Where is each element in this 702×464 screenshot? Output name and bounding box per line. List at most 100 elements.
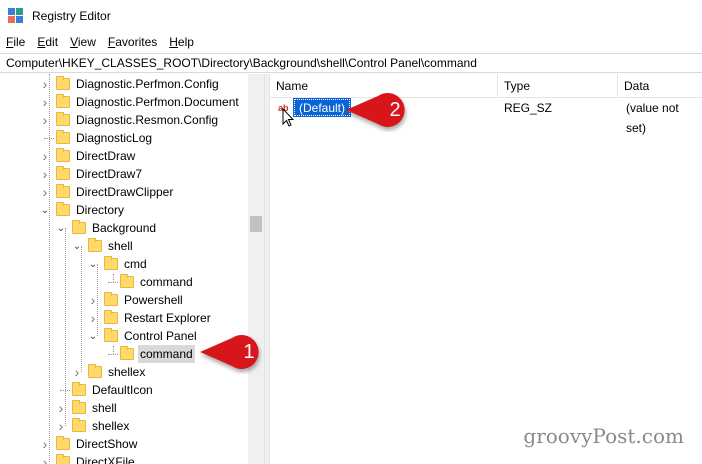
registry-editor-icon <box>8 7 24 24</box>
tree-item-label: Control Panel <box>124 329 197 343</box>
tree-connector <box>60 390 70 391</box>
chevron-right-icon[interactable]: › <box>40 183 50 201</box>
tree-item[interactable]: command <box>0 273 248 291</box>
folder-icon <box>56 76 70 90</box>
tree-item-label: Diagnostic.Resmon.Config <box>76 113 219 127</box>
values-list[interactable]: Name Type Data ab (Default) REG_SZ (valu… <box>270 74 702 464</box>
chevron-right-icon[interactable]: › <box>40 435 50 453</box>
folder-icon <box>56 112 70 126</box>
list-header: Name Type Data <box>270 74 702 98</box>
tree-item[interactable]: › DirectDraw <box>0 147 248 165</box>
title-bar[interactable]: Registry Editor <box>0 0 702 32</box>
tree-item-label: DiagnosticLog <box>76 131 153 145</box>
chevron-down-icon[interactable]: ⌄ <box>56 219 66 237</box>
tree-item[interactable]: DefaultIcon <box>0 381 248 399</box>
value-data: (value not set) <box>626 101 679 135</box>
tree-item[interactable]: DiagnosticLog <box>0 129 248 147</box>
chevron-right-icon[interactable]: › <box>40 75 50 93</box>
tree-item-label: DirectShow <box>76 437 138 451</box>
menu-favorites[interactable]: Favorites <box>102 35 163 49</box>
folder-icon <box>56 166 70 180</box>
folder-icon <box>56 130 70 144</box>
callout-1: 1 <box>200 335 259 369</box>
tree-item[interactable]: › Powershell <box>0 291 248 309</box>
chevron-down-icon[interactable]: ⌄ <box>72 237 82 255</box>
tree-item-label: DefaultIcon <box>92 383 153 397</box>
address-path: Computer\HKEY_CLASSES_ROOT\Directory\Bac… <box>6 56 477 70</box>
folder-icon <box>72 220 86 234</box>
tree-item[interactable]: › Restart Explorer <box>0 309 248 327</box>
tree-item[interactable]: › shellex <box>0 417 248 435</box>
chevron-right-icon[interactable]: › <box>40 165 50 183</box>
tree-item-label: DirectXFile <box>76 455 135 464</box>
chevron-right-icon[interactable]: › <box>88 291 98 309</box>
tree-item[interactable]: › Diagnostic.Resmon.Config <box>0 111 248 129</box>
value-name[interactable]: (Default) <box>292 98 352 117</box>
folder-icon <box>56 202 70 216</box>
tree-item-label: shell <box>92 401 117 415</box>
chevron-right-icon[interactable]: › <box>40 147 50 165</box>
callout-2-number: 2 <box>389 99 400 121</box>
tree-item[interactable]: › DirectShow <box>0 435 248 453</box>
value-type: REG_SZ <box>504 101 553 115</box>
value-row-default[interactable]: ab (Default) REG_SZ (value not set) <box>270 98 702 135</box>
folder-icon <box>104 256 118 270</box>
tree-item[interactable]: › Diagnostic.Perfmon.Config <box>0 75 248 93</box>
menu-help[interactable]: Help <box>163 35 200 49</box>
chevron-right-icon[interactable]: › <box>40 453 50 464</box>
chevron-down-icon[interactable]: ⌄ <box>88 255 98 273</box>
tree-item-label: Diagnostic.Perfmon.Config <box>76 77 219 91</box>
tree-item-label: DirectDrawClipper <box>76 185 174 199</box>
mouse-cursor-icon <box>282 108 294 127</box>
registry-tree[interactable]: › Diagnostic.Perfmon.Config › Diagnostic.Pe… <box>0 74 264 464</box>
callout-1-number: 1 <box>243 341 254 363</box>
folder-icon <box>56 184 70 198</box>
tree-item-label: DirectDraw7 <box>76 167 143 181</box>
menu-file[interactable]: File <box>0 35 31 49</box>
tree-item[interactable]: ⌄ Directory <box>0 201 248 219</box>
folder-icon <box>72 400 86 414</box>
menu-edit[interactable]: Edit <box>31 35 64 49</box>
tree-item[interactable]: › DirectXFile <box>0 453 248 464</box>
tree-scrollbar-thumb[interactable] <box>250 216 262 232</box>
folder-icon <box>88 238 102 252</box>
tree-item-label: Restart Explorer <box>124 311 211 325</box>
chevron-right-icon[interactable]: › <box>88 309 98 327</box>
chevron-right-icon[interactable]: › <box>40 111 50 129</box>
chevron-right-icon[interactable]: › <box>40 93 50 111</box>
tree-item-label: command <box>140 275 193 289</box>
watermark: groovyPost.com <box>523 424 684 448</box>
folder-icon <box>104 328 118 342</box>
tree-item[interactable]: › DirectDrawClipper <box>0 183 248 201</box>
folder-icon <box>72 418 86 432</box>
tree-item-label: shell <box>108 239 133 253</box>
tree-item-label: Powershell <box>124 293 183 307</box>
column-header-type[interactable]: Type <box>498 74 618 98</box>
callout-2: 2 <box>346 93 405 127</box>
folder-icon <box>104 310 118 324</box>
tree-item[interactable]: › shell <box>0 399 248 417</box>
chevron-down-icon[interactable]: ⌄ <box>88 327 98 345</box>
tree-item[interactable]: › DirectDraw7 <box>0 165 248 183</box>
tree-connector <box>108 282 118 283</box>
tree-connector <box>108 354 118 355</box>
address-bar[interactable]: Computer\HKEY_CLASSES_ROOT\Directory\Bac… <box>0 53 702 73</box>
tree-item[interactable]: ⌄ shell <box>0 237 248 255</box>
menu-view[interactable]: View <box>64 35 102 49</box>
window-title: Registry Editor <box>32 8 111 23</box>
tree-item[interactable]: › Diagnostic.Perfmon.Document <box>0 93 248 111</box>
chevron-right-icon[interactable]: › <box>56 417 66 435</box>
chevron-right-icon[interactable]: › <box>72 363 82 381</box>
tree-item-label: Directory <box>76 203 125 217</box>
folder-icon <box>72 382 86 396</box>
tree-item-label: shellex <box>92 419 130 433</box>
column-header-data[interactable]: Data <box>618 74 702 98</box>
chevron-right-icon[interactable]: › <box>56 399 66 417</box>
tree-connector <box>44 138 54 139</box>
tree-item[interactable]: ⌄ Background <box>0 219 248 237</box>
tree-item[interactable]: ⌄ cmd <box>0 255 248 273</box>
folder-icon <box>56 148 70 162</box>
folder-icon <box>88 364 102 378</box>
chevron-down-icon[interactable]: ⌄ <box>40 201 50 219</box>
tree-scrollbar[interactable] <box>248 74 264 464</box>
